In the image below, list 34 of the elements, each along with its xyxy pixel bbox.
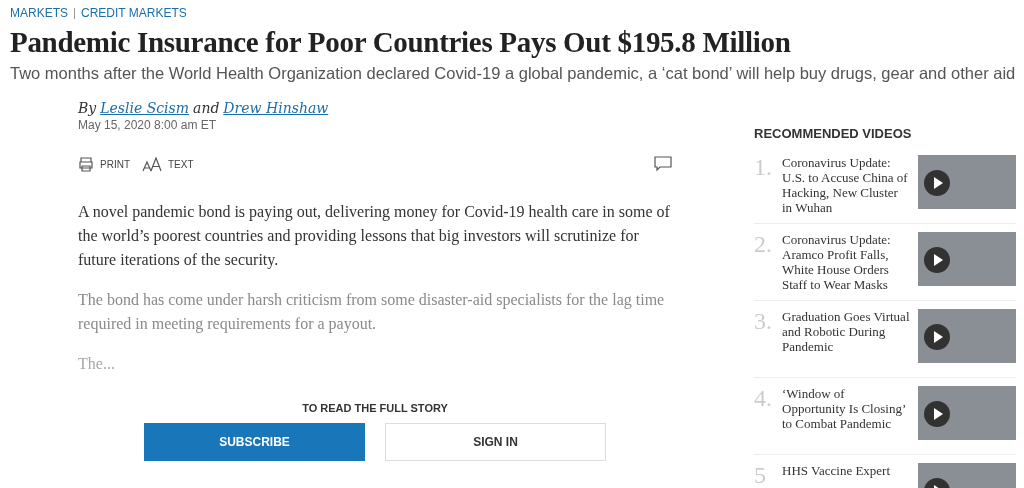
video-title-link[interactable]: ‘Window of Opportunity Is Closing’ to Combat Pandemic — [782, 386, 910, 446]
video-thumbnail[interactable] — [918, 386, 1016, 440]
article-paragraph: The bond has come under harsh criticism from some disaster-aid specialists for the lag time required in meeting requirements for a payout. — [78, 290, 666, 335]
video-title-link[interactable]: Graduation Goes Virtual and Robotic During Pandemic — [782, 309, 910, 369]
video-thumbnail[interactable] — [918, 155, 1016, 209]
print-button[interactable]: PRINT — [78, 156, 130, 172]
author-link[interactable]: Drew Hinshaw — [223, 100, 329, 116]
article-subheadline: Two months after the World Health Organization declared Covid-19 a global pandemic, a ‘cat bond’ will help buy drugs, gear and other aid — [10, 63, 1017, 84]
video-title-link[interactable]: Coronavirus Update: Aramco Profit Falls, White House Orders Staff to Wear Masks — [782, 232, 910, 292]
play-icon[interactable] — [924, 401, 950, 427]
publish-date: May 15, 2020 8:00 am ET — [78, 118, 218, 132]
sign-in-button[interactable]: SIGN IN — [385, 423, 606, 461]
text-size-icon — [142, 156, 162, 172]
section-heading: RECOMMENDED VIDEOS — [754, 126, 913, 141]
play-icon[interactable] — [924, 247, 950, 273]
video-thumbnail[interactable] — [918, 309, 1016, 363]
author-link[interactable]: Leslie Scism — [100, 100, 190, 116]
video-thumbnail[interactable] — [918, 232, 1016, 286]
article-headline: Pandemic Insurance for Poor Countries Pays Out $195.8 Million — [10, 25, 792, 60]
byline-prefix: By — [78, 100, 97, 116]
article-paragraph: A novel pandemic bond is paying out, delivering money for Covid-19 health care in some of the world’s poorest countries and providing lessons that big investors will scrutinize for future iterations of the security. — [78, 202, 671, 271]
comment-icon[interactable] — [654, 156, 672, 172]
play-icon[interactable] — [924, 170, 950, 196]
play-icon[interactable] — [924, 324, 950, 350]
article-paragraph: The... — [78, 354, 116, 374]
paywall-prompt: TO READ THE FULL STORY — [301, 402, 449, 414]
text-size-button[interactable]: TEXT — [142, 156, 194, 172]
video-title-link[interactable]: Coronavirus Update: U.S. to Accuse China of Hacking, New Cluster in Wuhan — [782, 155, 910, 215]
breadcrumb-link[interactable]: MARKETS — [10, 6, 68, 20]
print-icon — [78, 156, 94, 172]
breadcrumb-link[interactable]: CREDIT MARKETS — [81, 6, 187, 20]
byline-joiner: and — [193, 100, 220, 116]
subscribe-button[interactable]: SUBSCRIBE — [144, 423, 365, 461]
video-title-link[interactable]: HHS Vaccine Expert — [782, 463, 910, 488]
